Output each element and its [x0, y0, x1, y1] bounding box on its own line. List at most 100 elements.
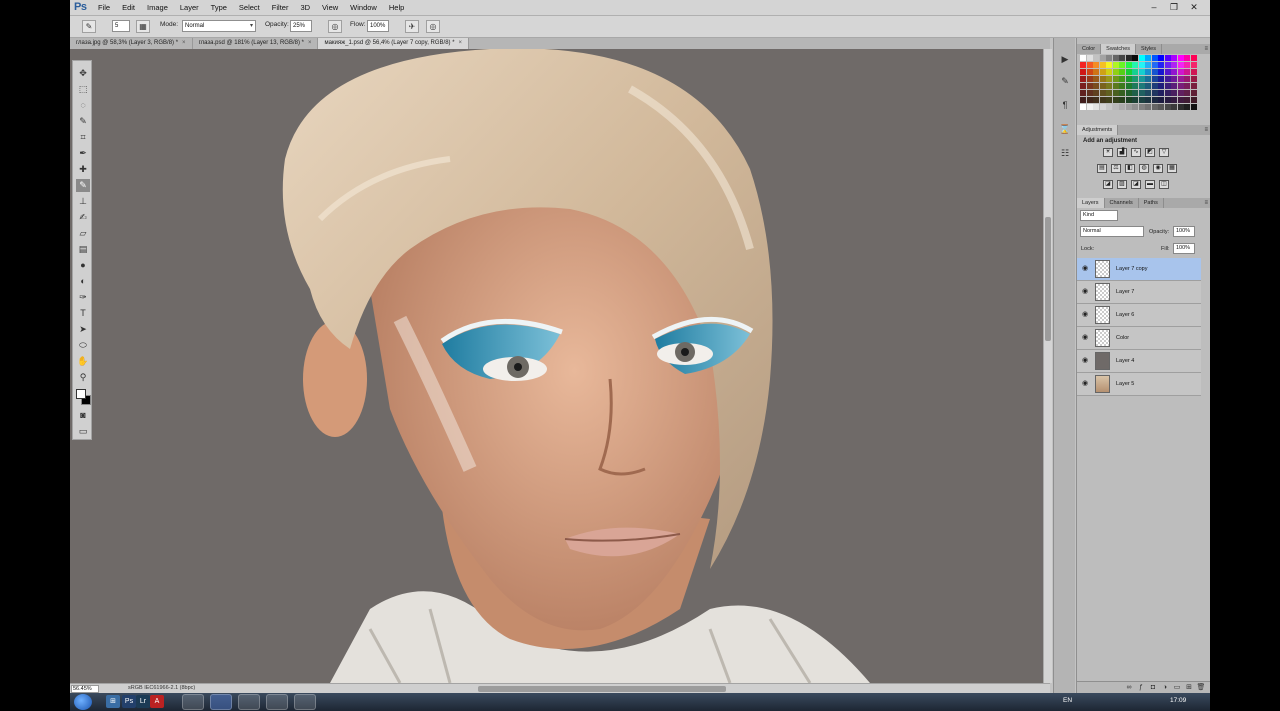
color-swatch[interactable] — [1099, 76, 1106, 82]
color-balance-icon[interactable]: ⚖ — [1111, 164, 1121, 173]
color-swatch[interactable] — [1184, 97, 1190, 103]
airbrush-icon[interactable]: ✈ — [405, 20, 419, 33]
color-swatch[interactable] — [1080, 83, 1086, 89]
curves-icon[interactable]: ∿ — [1131, 148, 1141, 157]
clone-stamp-tool-icon[interactable]: ⊥ — [76, 195, 90, 208]
menu-edit[interactable]: Edit — [122, 3, 135, 12]
color-swatch[interactable] — [1190, 76, 1197, 82]
color-swatch[interactable] — [1132, 76, 1138, 82]
zoom-tool-icon[interactable]: ⚲ — [76, 371, 90, 384]
color-swatch[interactable] — [1190, 104, 1197, 110]
color-swatch[interactable] — [1164, 62, 1171, 68]
color-swatch[interactable] — [1106, 90, 1112, 96]
color-swatch[interactable] — [1164, 69, 1171, 75]
close-tab-icon[interactable]: × — [308, 40, 312, 46]
add-mask-icon[interactable]: ◘ — [1147, 682, 1159, 693]
color-swatch[interactable] — [1158, 76, 1164, 82]
taskbar-app-firefox[interactable] — [182, 694, 204, 710]
close-tab-icon[interactable]: × — [182, 40, 186, 46]
color-swatch[interactable] — [1119, 104, 1125, 110]
delete-layer-icon[interactable]: 🗑 — [1195, 682, 1207, 693]
color-swatch[interactable] — [1119, 83, 1125, 89]
color-swatch[interactable] — [1093, 104, 1099, 110]
color-swatch[interactable] — [1171, 97, 1177, 103]
close-button[interactable]: ✕ — [1184, 0, 1204, 14]
color-swatch[interactable] — [1125, 83, 1132, 89]
color-swatch[interactable] — [1080, 97, 1086, 103]
panel-menu-icon[interactable]: ≡ — [1204, 198, 1208, 208]
properties-icon[interactable]: ☷ — [1058, 146, 1072, 160]
color-swatch[interactable] — [1112, 83, 1119, 89]
layer-row[interactable]: ◉ Layer 4 — [1077, 350, 1201, 373]
color-swatch[interactable] — [1086, 90, 1093, 96]
menu-layer[interactable]: Layer — [180, 3, 199, 12]
flow-field[interactable]: 100% — [367, 20, 389, 32]
color-swatch[interactable] — [1119, 90, 1125, 96]
color-swatch[interactable] — [1106, 104, 1112, 110]
tab-color[interactable]: Color — [1077, 44, 1102, 54]
color-swatch[interactable] — [1106, 97, 1112, 103]
taskbar-app-folder[interactable] — [294, 694, 316, 710]
color-swatch[interactable] — [1086, 97, 1093, 103]
color-swatch[interactable] — [1106, 69, 1112, 75]
play-actions-icon[interactable]: ▶ — [1058, 52, 1072, 66]
eraser-tool-icon[interactable]: ▱ — [76, 227, 90, 240]
color-swatch[interactable] — [1177, 55, 1184, 61]
color-swatch[interactable] — [1138, 69, 1145, 75]
color-swatch[interactable] — [1164, 76, 1171, 82]
color-swatch[interactable] — [1086, 83, 1093, 89]
black-white-icon[interactable]: ◧ — [1125, 164, 1135, 173]
color-swatch[interactable] — [1125, 76, 1132, 82]
color-swatch[interactable] — [1145, 69, 1151, 75]
color-swatch[interactable] — [1190, 97, 1197, 103]
color-swatch[interactable] — [1190, 69, 1197, 75]
color-swatch[interactable] — [1138, 76, 1145, 82]
tab-channels[interactable]: Channels — [1105, 198, 1139, 208]
start-button[interactable] — [74, 694, 92, 710]
color-swatch[interactable] — [1132, 83, 1138, 89]
tab-adjustments[interactable]: Adjustments — [1077, 125, 1119, 135]
pressure-opacity-icon[interactable]: ◎ — [328, 20, 342, 33]
acrobat-quicklaunch-icon[interactable]: A — [150, 695, 164, 708]
color-swatch[interactable] — [1132, 62, 1138, 68]
vibrance-icon[interactable]: ▽ — [1159, 148, 1169, 157]
color-swatch[interactable] — [1119, 55, 1125, 61]
layer-row[interactable]: ◉ Layer 5 — [1077, 373, 1201, 396]
tab-layers[interactable]: Layers — [1077, 198, 1105, 208]
panel-menu-icon[interactable]: ≡ — [1204, 44, 1208, 54]
color-swatch[interactable] — [1119, 76, 1125, 82]
color-swatch[interactable] — [1086, 62, 1093, 68]
quick-mask-icon[interactable]: ◙ — [76, 409, 90, 422]
color-swatch[interactable] — [1093, 69, 1099, 75]
color-swatch[interactable] — [1132, 55, 1138, 61]
color-swatch[interactable] — [1125, 69, 1132, 75]
dodge-tool-icon[interactable]: ◐ — [76, 275, 90, 288]
color-swatch[interactable] — [1099, 83, 1106, 89]
color-swatch[interactable] — [1093, 97, 1099, 103]
color-swatch[interactable] — [1151, 90, 1158, 96]
color-swatch[interactable] — [1125, 97, 1132, 103]
color-swatch[interactable] — [1190, 90, 1197, 96]
color-swatch[interactable] — [1158, 90, 1164, 96]
new-group-icon[interactable]: ▭ — [1171, 682, 1183, 693]
menu-help[interactable]: Help — [389, 3, 404, 12]
panel-menu-icon[interactable]: ≡ — [1204, 125, 1208, 135]
color-swatch[interactable] — [1086, 76, 1093, 82]
posterize-icon[interactable]: ▨ — [1117, 180, 1127, 189]
color-swatch[interactable] — [1145, 76, 1151, 82]
visibility-eye-icon[interactable]: ◉ — [1080, 264, 1090, 274]
hand-tool-icon[interactable]: ✋ — [76, 355, 90, 368]
color-swatch[interactable] — [1145, 90, 1151, 96]
new-layer-icon[interactable]: ⊞ — [1183, 682, 1195, 693]
color-swatch[interactable] — [1112, 62, 1119, 68]
color-swatch[interactable] — [1171, 62, 1177, 68]
color-swatch[interactable] — [1158, 55, 1164, 61]
color-swatch[interactable] — [1099, 55, 1106, 61]
marquee-tool-icon[interactable]: ⬚ — [76, 83, 90, 96]
color-swatch[interactable] — [1151, 104, 1158, 110]
color-swatch[interactable] — [1099, 62, 1106, 68]
color-swatch[interactable] — [1158, 62, 1164, 68]
color-swatch[interactable] — [1164, 83, 1171, 89]
visibility-eye-icon[interactable]: ◉ — [1080, 333, 1090, 343]
taskbar-app-photoshop[interactable] — [210, 694, 232, 710]
